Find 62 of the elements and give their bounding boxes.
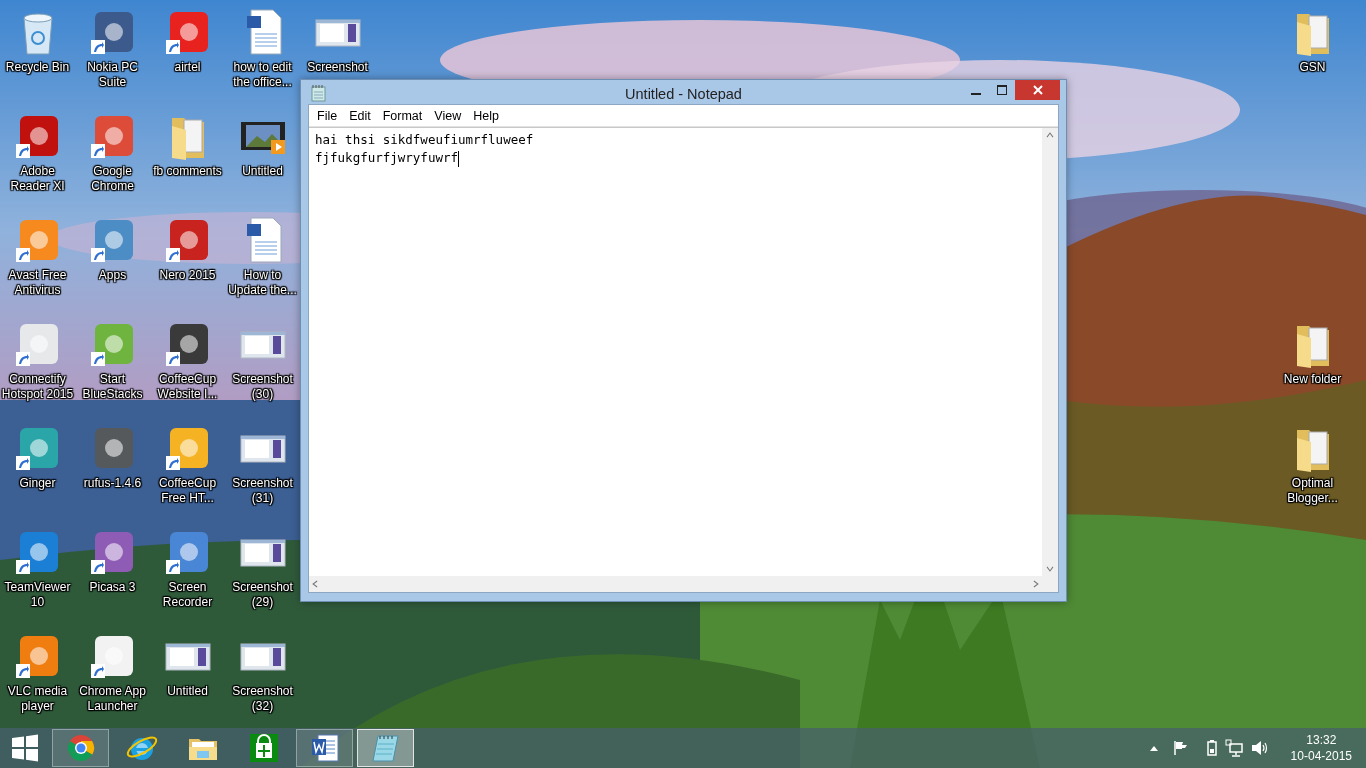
icon-label: Ginger — [18, 476, 57, 491]
icon-label: TeamViewer 10 — [3, 580, 72, 610]
maximize-icon — [997, 85, 1007, 95]
menu-item[interactable]: Help — [467, 106, 505, 125]
icon-label: Untitled — [241, 164, 284, 179]
menu-item[interactable]: View — [428, 106, 468, 125]
close-button[interactable] — [1015, 80, 1060, 100]
minimize-icon — [971, 93, 981, 95]
icon-label: Adobe Reader XI — [9, 164, 66, 194]
window-title: Untitled - Notepad — [625, 86, 742, 102]
text-line: fjfukgfurfjwryfuwrf — [315, 150, 458, 165]
icon-label: Start BlueStacks — [81, 372, 144, 402]
scroll-down-icon[interactable] — [1046, 566, 1054, 572]
menu-item[interactable]: Format — [376, 106, 429, 125]
icon-label: Recycle Bin — [4, 60, 71, 75]
menu-item[interactable]: Edit — [343, 106, 377, 125]
icon-label: Screenshot (31) — [231, 476, 294, 506]
scroll-right-icon[interactable] — [1033, 580, 1039, 588]
icon-label: CoffeeCup Website I... — [156, 372, 219, 402]
icon-label: VLC media player — [6, 684, 69, 714]
taskbar-button[interactable] — [296, 729, 353, 767]
icon-label: CoffeeCup Free HT... — [157, 476, 218, 506]
volume-icon[interactable] — [1250, 740, 1269, 756]
icon-label: Screenshot (30) — [231, 372, 294, 402]
text-line: hai thsi sikdfweufiumrfluweef — [315, 132, 534, 147]
flag-icon[interactable] — [1172, 740, 1189, 756]
clock-date[interactable]: 10-04-2015 — [1290, 748, 1352, 764]
menu-item[interactable]: File — [311, 106, 344, 125]
horizontal-scrollbar[interactable] — [309, 576, 1042, 592]
icon-label: Apps — [97, 268, 128, 283]
icon-label: airtel — [173, 60, 202, 75]
icon-label: Google Chrome — [90, 164, 135, 194]
icon-label: Screenshot — [306, 60, 369, 75]
icon-label: Screen Recorder — [161, 580, 214, 610]
icon-label: Chrome App Launcher — [78, 684, 147, 714]
icon-label: Optimal Blogger... — [1286, 476, 1339, 506]
text-area[interactable]: hai thsi sikdfweufiumrfluweef fjfukgfurfjwryfuwrf — [309, 128, 1042, 576]
notepad-app-icon[interactable] — [311, 84, 327, 102]
icon-label: Nokia PC Suite — [86, 60, 139, 90]
icon-label: Connectify Hotspot 2015 — [0, 372, 75, 402]
icon-label: Untitled — [166, 684, 209, 699]
icon-label: Nero 2015 — [158, 268, 217, 283]
icon-label: how to edit the office... — [232, 60, 293, 90]
icon-label: New folder — [1282, 372, 1343, 387]
text-cursor — [458, 150, 459, 167]
icon-label: Picasa 3 — [88, 580, 137, 595]
icon-label: How to Update the... — [227, 268, 298, 298]
clock-time[interactable]: 13:32 — [1306, 732, 1337, 748]
battery-icon[interactable] — [1206, 740, 1217, 756]
taskbar-button[interactable] — [52, 729, 109, 767]
icon-label: Avast Free Antivirus — [7, 268, 68, 298]
icon-label: Screenshot (32) — [231, 684, 294, 714]
icon-label: fb comments — [152, 164, 223, 179]
icon-label: rufus-1.4.6 — [82, 476, 143, 491]
scroll-left-icon[interactable] — [312, 580, 318, 588]
show-hidden-icons-icon[interactable] — [1148, 744, 1159, 752]
icon-label: Screenshot (29) — [231, 580, 294, 610]
vertical-scrollbar[interactable] — [1042, 128, 1058, 576]
close-icon — [1032, 85, 1043, 95]
scroll-up-icon[interactable] — [1046, 132, 1054, 138]
icon-label: GSN — [1298, 60, 1327, 75]
network-icon[interactable] — [1224, 739, 1243, 757]
